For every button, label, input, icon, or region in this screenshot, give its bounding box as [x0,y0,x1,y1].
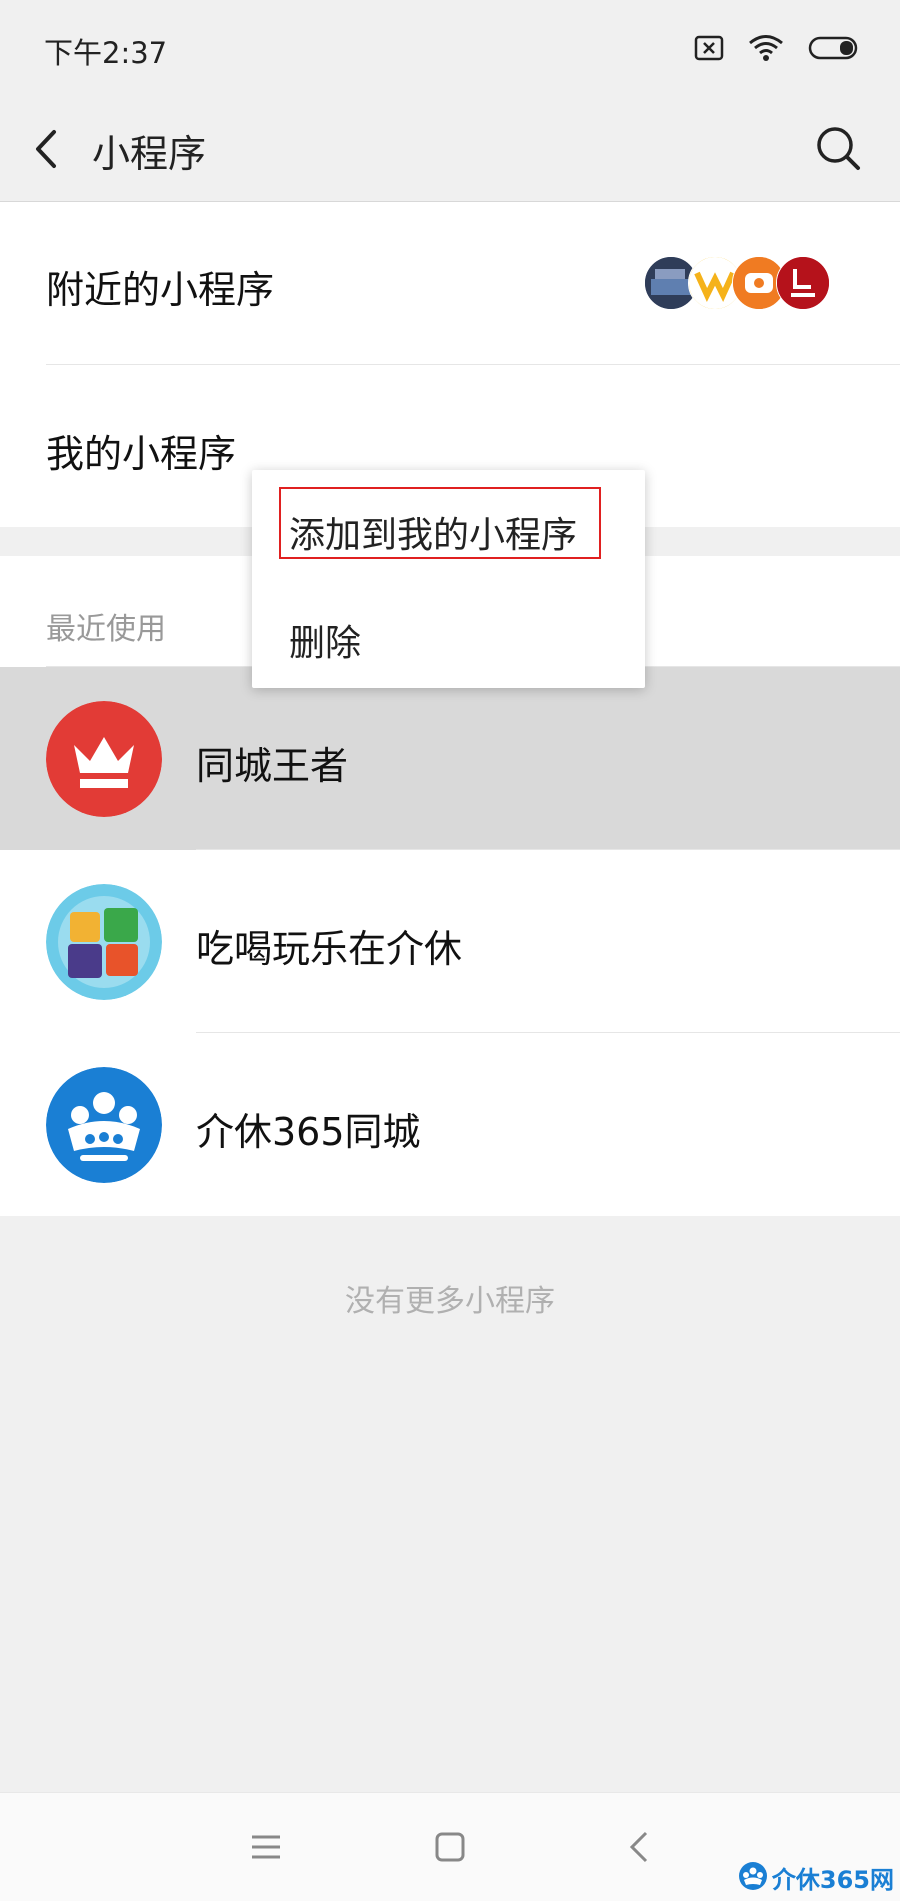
system-nav-bar: 介休365网 [0,1792,900,1901]
list-item[interactable]: 介休365同城 [0,1033,900,1216]
context-menu: 添加到我的小程序 删除 [252,470,645,688]
app-name: 介休365同城 [196,1110,421,1154]
status-icons [694,30,860,66]
watermark: 介休365网 [738,1860,894,1895]
nearby-avatar-icon [776,256,830,310]
nearby-avatars [644,256,834,310]
app-name: 吃喝玩乐在介休 [196,927,463,971]
menu-item-label: 删除 [289,623,362,664]
jiexiu-logo-icon [46,1067,162,1183]
status-bar: 下午2:37 [0,0,900,100]
delete-menu-item[interactable]: 删除 [252,578,645,678]
nearby-miniprograms-row[interactable]: 附近的小程序 [0,202,900,364]
add-to-my-miniprograms-menu-item[interactable]: 添加到我的小程序 [252,470,645,570]
menu-icon[interactable] [246,1827,286,1867]
my-miniprograms-label: 我的小程序 [46,432,237,476]
app-name: 同城王者 [196,744,349,788]
battery-icon [808,35,860,61]
wifi-icon [748,34,784,62]
nav-bar: 小程序 [0,100,900,202]
sim-off-icon [694,35,724,61]
back-arrow-icon[interactable] [28,124,68,174]
list-item[interactable]: 同城王者 [0,667,900,850]
chihe-wanle-icon [46,884,162,1000]
crown-icon [46,701,162,817]
page-title: 小程序 [92,132,207,176]
no-more-miniprograms-text: 没有更多小程序 [345,1284,555,1319]
back-icon[interactable] [620,1827,660,1867]
search-icon[interactable] [814,124,864,174]
status-time: 下午2:37 [44,36,168,70]
watermark-text: 介休365网 [771,1866,894,1894]
menu-item-label: 添加到我的小程序 [289,515,578,556]
recent-header: 最近使用 [46,612,166,647]
home-icon[interactable] [430,1827,470,1867]
list-item[interactable]: 吃喝玩乐在介休 [0,850,900,1033]
nearby-label: 附近的小程序 [46,268,275,312]
watermark-logo-icon [738,1861,768,1895]
